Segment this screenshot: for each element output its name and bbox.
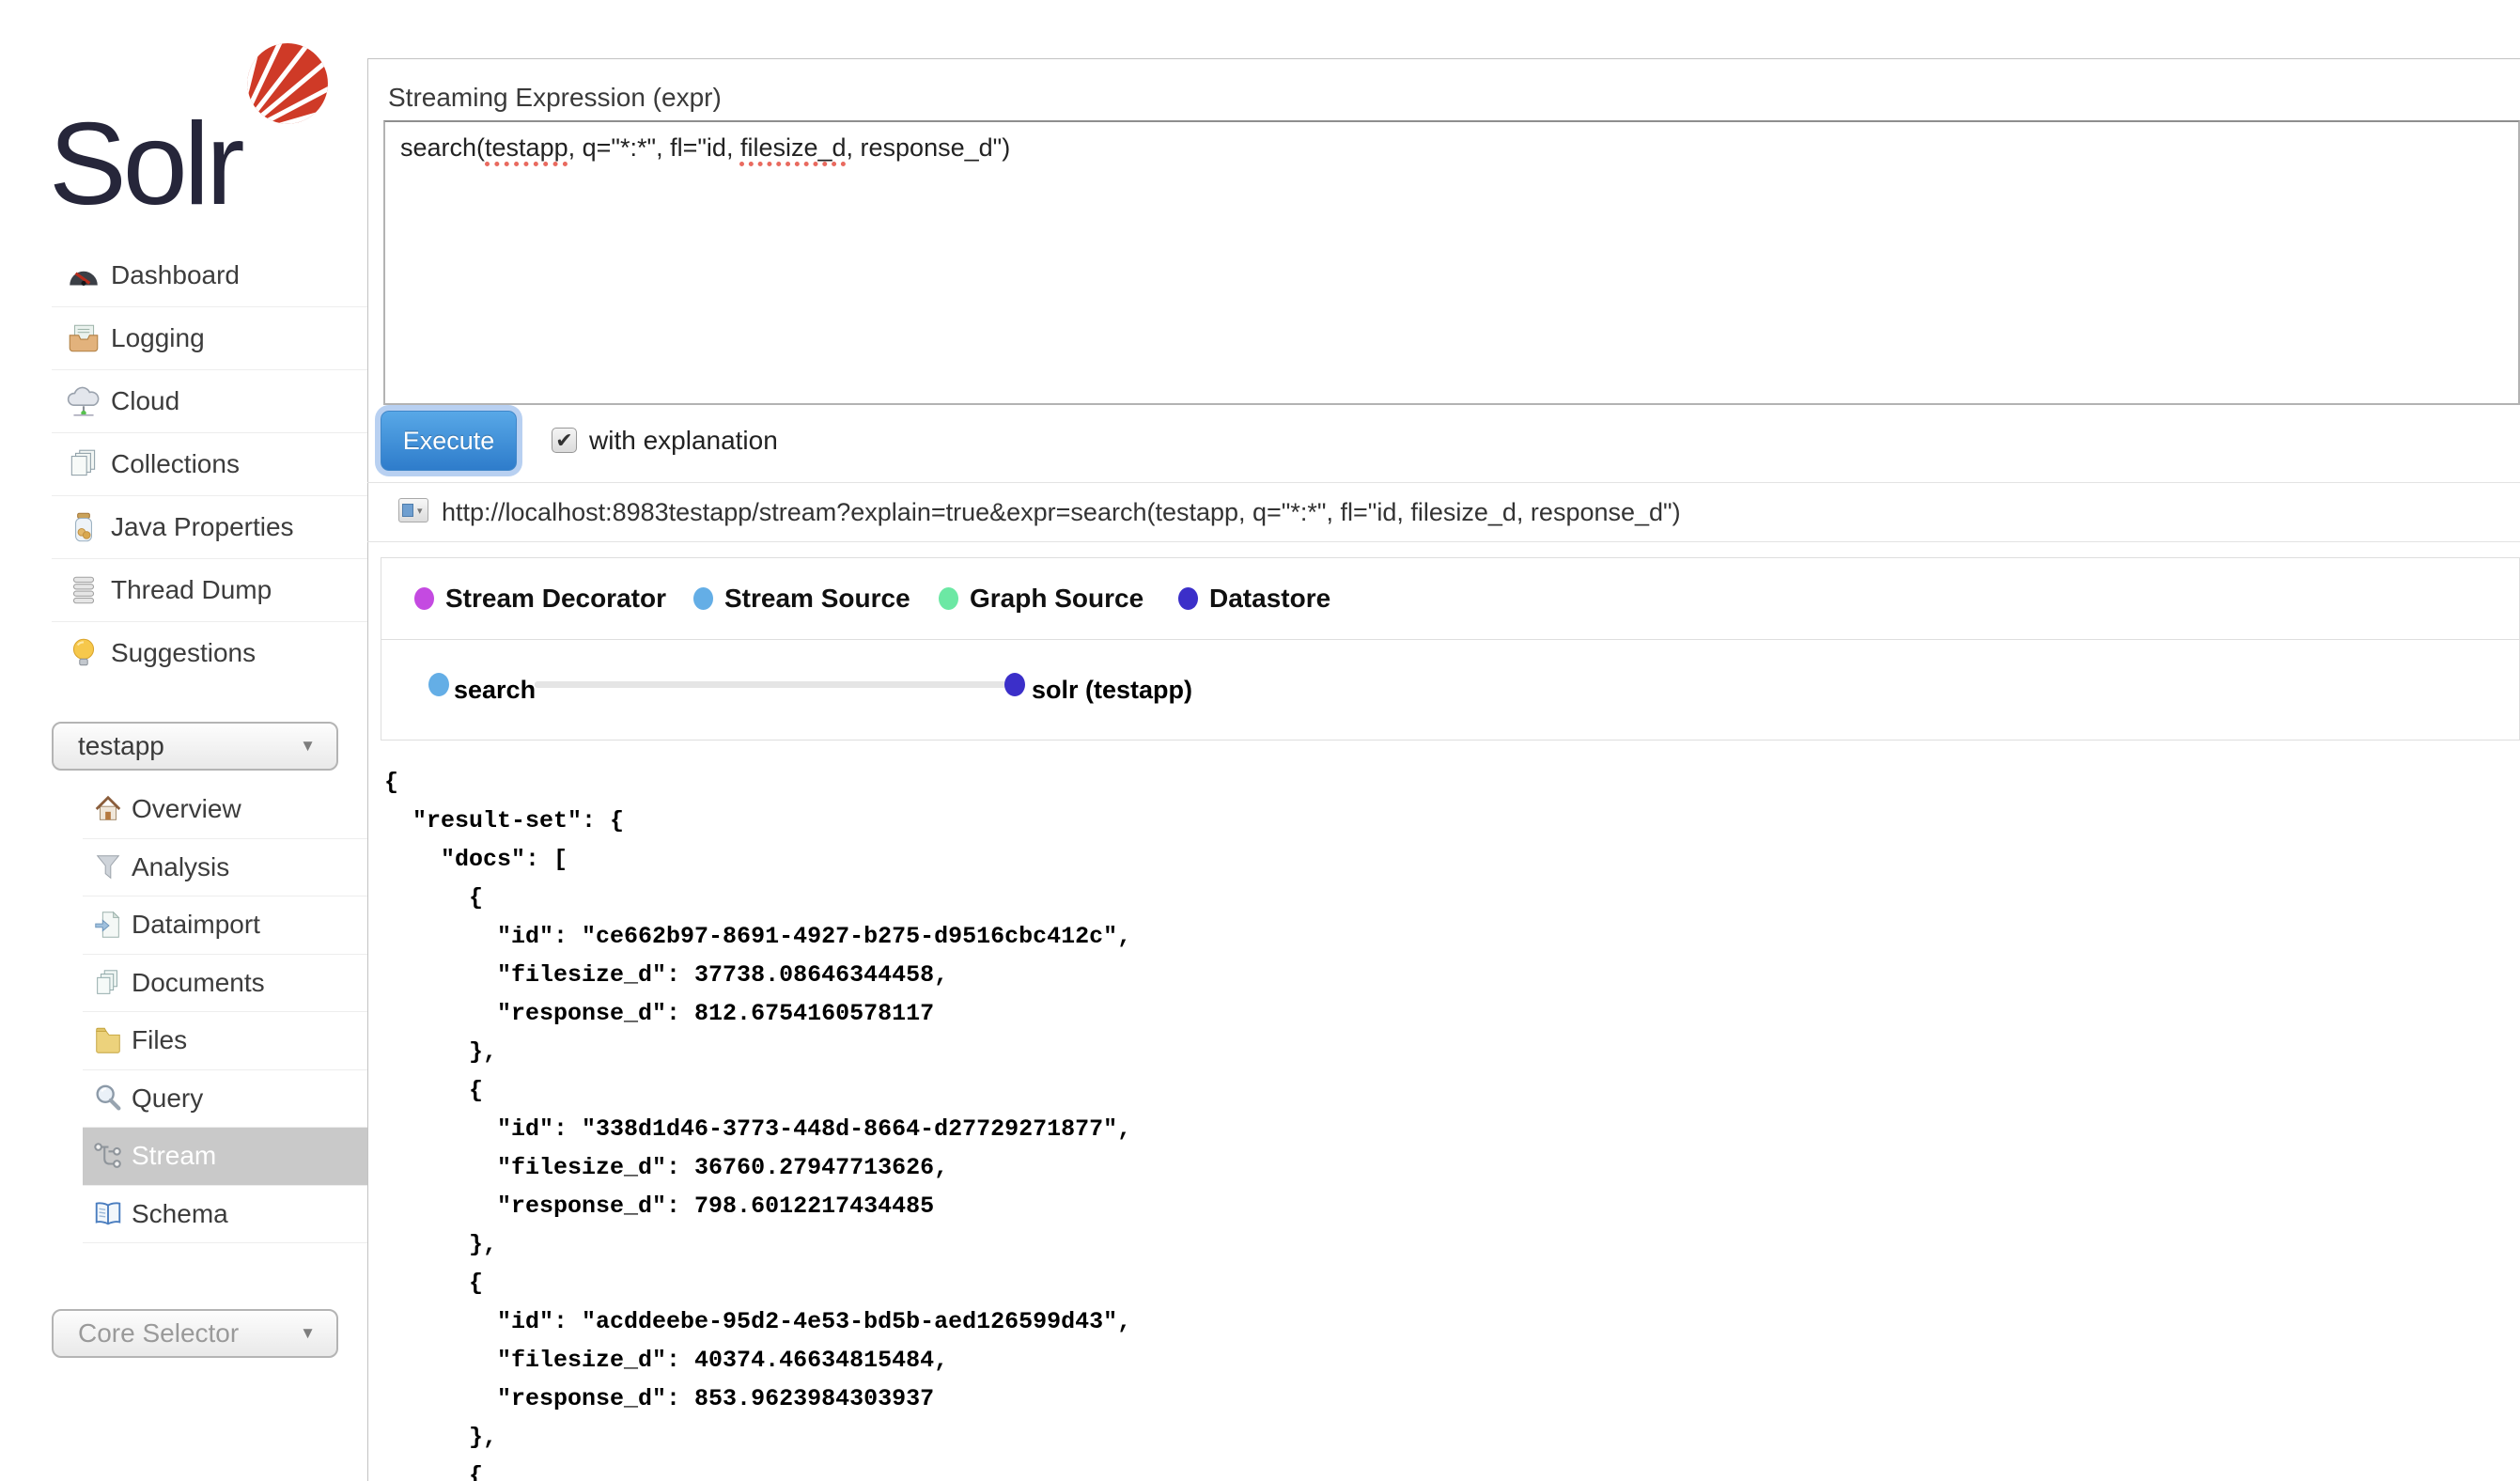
core-item-stream[interactable]: Stream <box>83 1128 367 1186</box>
core-item-documents[interactable]: Documents <box>83 955 367 1013</box>
core-item-label: Dataimport <box>132 910 260 940</box>
sidebar-item-suggestions[interactable]: Suggestions <box>52 621 367 684</box>
legend-item-datastore: Datastore <box>1178 558 1330 639</box>
sidebar-item-label: Java Properties <box>111 512 294 542</box>
legend-item-stream-decorator: Stream Decorator <box>414 558 666 639</box>
core-item-label: Stream <box>132 1141 216 1171</box>
sidebar-item-collections[interactable]: Collections <box>52 432 367 495</box>
sidebar-item-label: Dashboard <box>111 260 240 290</box>
expression-textarea[interactable]: search(testapp, q="*:*", fl="id, filesiz… <box>383 120 2520 405</box>
logging-icon <box>66 320 101 356</box>
graph-node-search-label[interactable]: search <box>454 640 536 740</box>
datastore-dot-icon <box>1178 587 1198 610</box>
overview-icon <box>92 793 124 825</box>
expression-part-misspelled: filesize_d <box>740 133 847 162</box>
core-selector-placeholder: Core Selector <box>78 1318 300 1348</box>
solr-logo-text: Solr <box>49 98 241 231</box>
stream-decorator-dot-icon <box>414 587 434 610</box>
sidebar-item-logging[interactable]: Logging <box>52 306 367 369</box>
sidebar-item-label: Collections <box>111 449 240 479</box>
url-type-icon[interactable]: ▾ <box>398 498 428 522</box>
stream-page: Streaming Expression (expr) search(testa… <box>367 0 2520 1481</box>
expression-part: search( <box>400 133 485 162</box>
sidebar-item-label: Cloud <box>111 386 179 416</box>
legend-item-stream-source: Stream Source <box>693 558 910 639</box>
legend-item-graph-source: Graph Source <box>939 558 1143 639</box>
chevron-down-icon: ▾ <box>417 505 423 517</box>
suggestions-icon <box>66 635 101 671</box>
core-item-label: Query <box>132 1083 203 1114</box>
core-item-label: Schema <box>132 1199 228 1229</box>
collections-icon <box>66 446 101 482</box>
expression-label: Streaming Expression (expr) <box>388 83 722 113</box>
core-item-label: Files <box>132 1025 187 1055</box>
sidebar-item-label: Thread Dump <box>111 575 272 605</box>
sidebar-item-dashboard[interactable]: Dashboard <box>52 244 367 306</box>
cloud-icon <box>66 383 101 419</box>
chevron-down-icon: ▼ <box>300 737 316 756</box>
with-explanation-checkbox[interactable]: ✔ <box>552 428 577 453</box>
solr-logo[interactable]: Solr <box>49 41 321 222</box>
query-icon <box>92 1083 124 1115</box>
core-nav: Overview Analysis Dataimport Documents <box>83 781 367 1243</box>
stream-icon <box>92 1140 124 1172</box>
core-item-label: Analysis <box>132 852 229 882</box>
url-type-icon-square <box>402 504 413 517</box>
sidebar-item-cloud[interactable]: Cloud <box>52 369 367 432</box>
thread-dump-icon <box>66 572 101 608</box>
sidebar-item-java-properties[interactable]: Java Properties <box>52 495 367 558</box>
core-item-files[interactable]: Files <box>83 1012 367 1070</box>
solr-sunburst-icon <box>235 41 331 139</box>
graph-node-solr-dot[interactable] <box>1004 673 1025 696</box>
core-item-query[interactable]: Query <box>83 1070 367 1129</box>
sidebar-item-thread-dump[interactable]: Thread Dump <box>52 558 367 621</box>
chevron-down-icon: ▼ <box>300 1324 316 1343</box>
core-item-label: Overview <box>132 794 241 824</box>
solr-admin-screen: Solr <box>0 0 2520 1481</box>
sidebar-item-label: Logging <box>111 323 205 353</box>
stream-graph: search solr (testapp) <box>381 639 2520 740</box>
graph-node-search-dot[interactable] <box>428 673 449 696</box>
core-dropdown[interactable]: testapp ▼ <box>52 722 338 771</box>
request-url[interactable]: http://localhost:8983testapp/stream?expl… <box>442 483 1681 541</box>
files-icon <box>92 1024 124 1056</box>
java-properties-icon <box>66 509 101 545</box>
sidebar: Solr <box>0 0 367 1481</box>
core-dropdown-value: testapp <box>78 731 300 761</box>
core-item-label: Documents <box>132 968 265 998</box>
documents-icon <box>92 967 124 999</box>
graph-source-dot-icon <box>939 587 958 610</box>
analysis-icon <box>92 851 124 883</box>
result-json: { "result-set": { "docs": [ { "id": "ce6… <box>384 763 1131 1481</box>
expression-part-misspelled: testapp <box>485 133 568 162</box>
dashboard-icon <box>66 257 101 293</box>
dataimport-icon <box>92 909 124 941</box>
main-nav: Dashboard Logging Cloud Collections <box>52 244 367 684</box>
stream-legend: Stream Decorator Stream Source Graph Sou… <box>381 557 2520 640</box>
expression-part: , q="*:*", fl="id, <box>568 133 740 162</box>
request-url-row: ▾ http://localhost:8983testapp/stream?ex… <box>367 482 2520 542</box>
expression-part: , response_d") <box>847 133 1011 162</box>
sidebar-item-label: Suggestions <box>111 638 256 668</box>
core-item-analysis[interactable]: Analysis <box>83 839 367 897</box>
core-item-overview[interactable]: Overview <box>83 781 367 839</box>
graph-edge <box>535 681 1006 688</box>
schema-icon <box>92 1198 124 1230</box>
with-explanation-label: with explanation <box>589 428 778 453</box>
stream-source-dot-icon <box>693 587 713 610</box>
execute-button[interactable]: Execute <box>381 411 517 471</box>
core-item-dataimport[interactable]: Dataimport <box>83 896 367 955</box>
core-selector-dropdown[interactable]: Core Selector ▼ <box>52 1309 338 1358</box>
core-item-schema[interactable]: Schema <box>83 1186 367 1244</box>
graph-node-solr-label[interactable]: solr (testapp) <box>1032 640 1192 740</box>
